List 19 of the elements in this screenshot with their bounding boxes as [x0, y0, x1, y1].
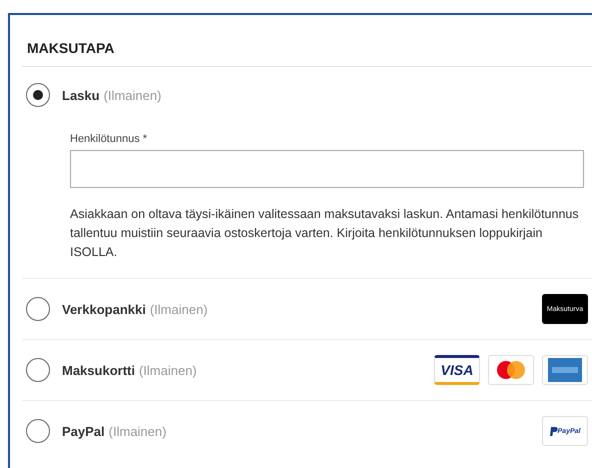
method-price: (Ilmainen): [104, 88, 162, 102]
radio-button[interactable]: [26, 297, 50, 321]
method-name: PayPal: [62, 424, 105, 438]
method-name: Lasku: [62, 88, 100, 102]
radio-button[interactable]: [26, 419, 50, 443]
method-name: Maksukortti: [62, 362, 135, 378]
method-price: (Ilmainen): [150, 302, 208, 316]
mastercard-logo: [488, 355, 534, 385]
field-label: Henkilötunnus *: [70, 133, 148, 145]
method-price: (Ilmainen): [108, 424, 166, 438]
section-title: MAKSUTAPA: [22, 15, 592, 67]
visa-logo: VISA: [434, 355, 480, 385]
method-name: Verkkopankki: [62, 302, 146, 316]
radio-button[interactable]: [26, 358, 50, 382]
description-text: Asiakkaan on oltava täysi-ikäinen valitessaan maksutavaksi laskun. Antamasi henkilötunnus tallentuu muistiin seuraavia ostoskertoja varten. Kirjoita henkilötunnuksen loppukirjain ISOLLA.: [70, 206, 580, 261]
radio-button[interactable]: [26, 83, 50, 107]
method-price: (Ilmainen): [138, 362, 197, 378]
amex-logo: [542, 355, 588, 385]
input-field[interactable]: [70, 150, 584, 188]
